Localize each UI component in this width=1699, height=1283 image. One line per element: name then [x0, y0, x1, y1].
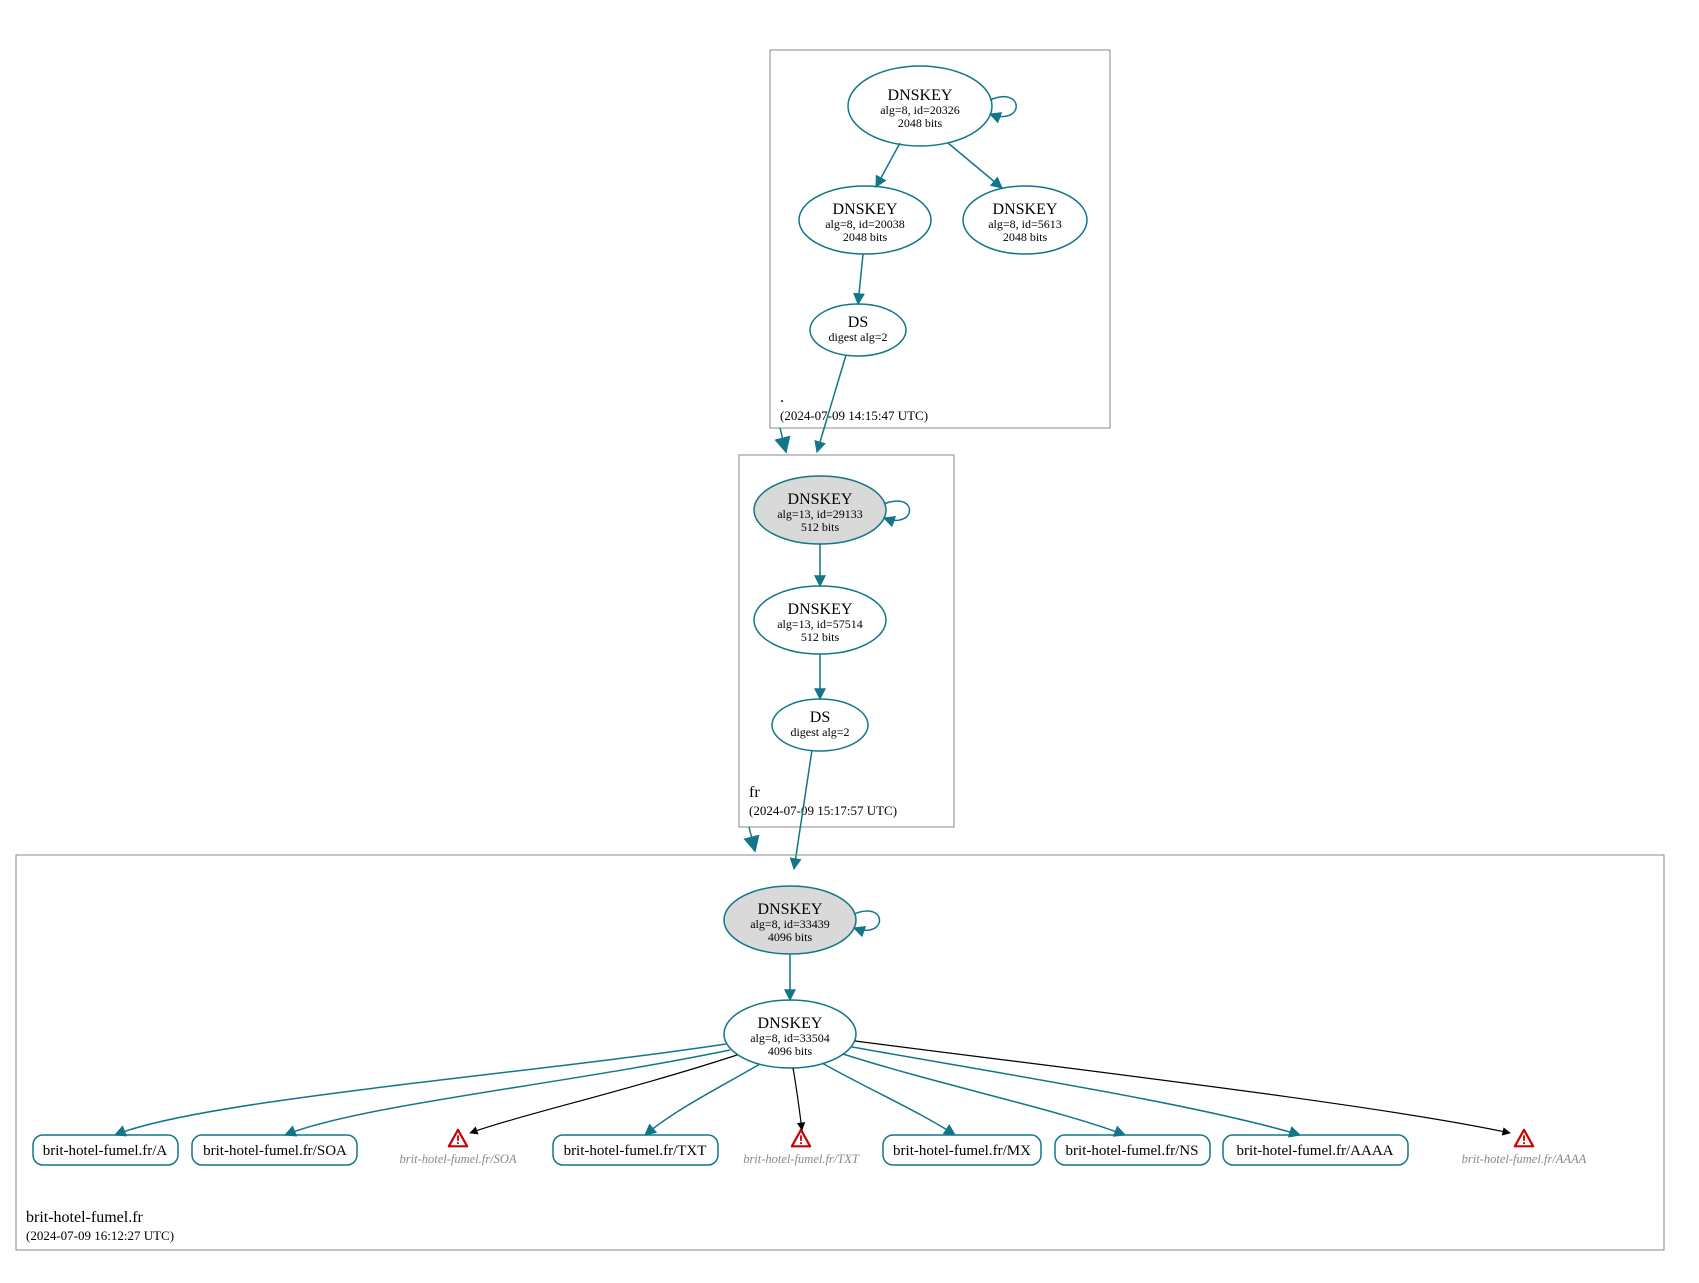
svg-text:alg=8, id=20038: alg=8, id=20038	[825, 217, 905, 231]
svg-text:brit-hotel-fumel.fr/SOA: brit-hotel-fumel.fr/SOA	[400, 1152, 517, 1166]
edge-leaf-ksk-self	[854, 911, 880, 930]
warn-txt: brit-hotel-fumel.fr/TXT	[743, 1130, 860, 1166]
zone-root-label: .	[780, 389, 784, 406]
node-leaf-zsk: DNSKEY alg=8, id=33504 4096 bits	[724, 1000, 856, 1068]
edge-rootds-frksk	[817, 355, 846, 452]
node-fr-ksk: DNSKEY alg=13, id=29133 512 bits	[754, 476, 910, 544]
edge-zsk-warn-aaaa	[855, 1041, 1510, 1133]
rr-mx: brit-hotel-fumel.fr/MX	[883, 1135, 1041, 1165]
svg-text:DS: DS	[848, 314, 868, 331]
dnssec-diagram: . (2024-07-09 14:15:47 UTC) DNSKEY alg=8…	[0, 0, 1699, 1278]
node-root-ksk: DNSKEY alg=8, id=20326 2048 bits	[848, 66, 1016, 146]
rr-a: brit-hotel-fumel.fr/A	[33, 1135, 178, 1165]
svg-text:DNSKEY: DNSKEY	[993, 201, 1058, 218]
warn-aaaa: brit-hotel-fumel.fr/AAAA	[1462, 1130, 1587, 1166]
edge-zsk-ns	[843, 1054, 1125, 1135]
node-root-ds: DS digest alg=2	[810, 304, 906, 356]
edge-zsk-txt	[645, 1064, 760, 1135]
warning-icon	[792, 1130, 810, 1147]
svg-text:DNSKEY: DNSKEY	[788, 491, 853, 508]
svg-text:2048 bits: 2048 bits	[1003, 230, 1048, 244]
rr-soa: brit-hotel-fumel.fr/SOA	[192, 1135, 357, 1165]
svg-text:DNSKEY: DNSKEY	[888, 87, 953, 104]
svg-text:DNSKEY: DNSKEY	[833, 201, 898, 218]
zone-leaf-time: (2024-07-09 16:12:27 UTC)	[26, 1228, 174, 1243]
svg-text:DNSKEY: DNSKEY	[758, 901, 823, 918]
warning-icon	[1515, 1130, 1533, 1147]
edge-zsk-soa	[285, 1050, 730, 1135]
svg-text:4096 bits: 4096 bits	[768, 1044, 813, 1058]
node-root-zsk2: DNSKEY alg=8, id=5613 2048 bits	[963, 186, 1087, 254]
zone-fr-time: (2024-07-09 15:17:57 UTC)	[749, 803, 897, 818]
svg-text:brit-hotel-fumel.fr/A: brit-hotel-fumel.fr/A	[43, 1143, 168, 1159]
svg-text:2048 bits: 2048 bits	[843, 230, 888, 244]
node-leaf-ksk: DNSKEY alg=8, id=33439 4096 bits	[724, 886, 880, 954]
edge-fr-leaf-zone	[749, 827, 755, 851]
edge-rootksk-zsk1	[876, 143, 900, 187]
node-fr-zsk: DNSKEY alg=13, id=57514 512 bits	[754, 586, 886, 654]
zone-root: . (2024-07-09 14:15:47 UTC) DNSKEY alg=8…	[770, 50, 1110, 428]
svg-text:2048 bits: 2048 bits	[898, 116, 943, 130]
svg-text:alg=8, id=20326: alg=8, id=20326	[880, 103, 960, 117]
edge-zsk-warn-txt	[793, 1068, 802, 1130]
rr-aaaa: brit-hotel-fumel.fr/AAAA	[1223, 1135, 1408, 1165]
svg-text:alg=8, id=5613: alg=8, id=5613	[988, 217, 1062, 231]
svg-text:brit-hotel-fumel.fr/AAAA: brit-hotel-fumel.fr/AAAA	[1236, 1143, 1393, 1159]
svg-text:digest alg=2: digest alg=2	[790, 725, 849, 739]
warn-soa: brit-hotel-fumel.fr/SOA	[400, 1130, 517, 1166]
svg-text:brit-hotel-fumel.fr/TXT: brit-hotel-fumel.fr/TXT	[743, 1152, 860, 1166]
rr-txt: brit-hotel-fumel.fr/TXT	[553, 1135, 718, 1165]
svg-text:alg=13, id=29133: alg=13, id=29133	[777, 507, 863, 521]
zone-root-time: (2024-07-09 14:15:47 UTC)	[780, 408, 928, 423]
zone-leaf-label: brit-hotel-fumel.fr	[26, 1209, 144, 1226]
svg-text:digest alg=2: digest alg=2	[828, 330, 887, 344]
svg-text:brit-hotel-fumel.fr/NS: brit-hotel-fumel.fr/NS	[1066, 1143, 1199, 1159]
edge-fr-ksk-self	[884, 501, 910, 520]
zone-fr: fr (2024-07-09 15:17:57 UTC) DNSKEY alg=…	[739, 455, 954, 827]
svg-text:alg=13, id=57514: alg=13, id=57514	[777, 617, 863, 631]
zone-leaf: brit-hotel-fumel.fr (2024-07-09 16:12:27…	[16, 855, 1664, 1250]
svg-text:brit-hotel-fumel.fr/AAAA: brit-hotel-fumel.fr/AAAA	[1462, 1152, 1587, 1166]
edge-zsk-mx	[822, 1063, 955, 1135]
svg-text:DS: DS	[810, 709, 830, 726]
node-fr-ds: DS digest alg=2	[772, 699, 868, 751]
edge-rootzsk1-ds	[858, 254, 863, 304]
edge-zsk-warn-soa	[470, 1055, 737, 1133]
edge-root-fr-zone	[780, 428, 786, 452]
edge-zsk-aaaa	[852, 1047, 1300, 1135]
svg-text:512 bits: 512 bits	[801, 630, 840, 644]
svg-text:brit-hotel-fumel.fr/TXT: brit-hotel-fumel.fr/TXT	[564, 1143, 707, 1159]
svg-text:DNSKEY: DNSKEY	[758, 1015, 823, 1032]
svg-text:512 bits: 512 bits	[801, 520, 840, 534]
zone-fr-label: fr	[749, 784, 760, 801]
svg-text:alg=8, id=33439: alg=8, id=33439	[750, 917, 830, 931]
edge-root-ksk-self	[990, 97, 1016, 117]
node-root-zsk1: DNSKEY alg=8, id=20038 2048 bits	[799, 186, 931, 254]
svg-text:brit-hotel-fumel.fr/MX: brit-hotel-fumel.fr/MX	[893, 1143, 1031, 1159]
svg-text:alg=8, id=33504: alg=8, id=33504	[750, 1031, 830, 1045]
edge-rootksk-zsk2	[948, 143, 1002, 188]
svg-text:DNSKEY: DNSKEY	[788, 601, 853, 618]
edge-zsk-a	[115, 1044, 726, 1135]
svg-text:4096 bits: 4096 bits	[768, 930, 813, 944]
rr-ns: brit-hotel-fumel.fr/NS	[1055, 1135, 1210, 1165]
svg-text:brit-hotel-fumel.fr/SOA: brit-hotel-fumel.fr/SOA	[203, 1143, 347, 1159]
warning-icon	[449, 1130, 467, 1147]
